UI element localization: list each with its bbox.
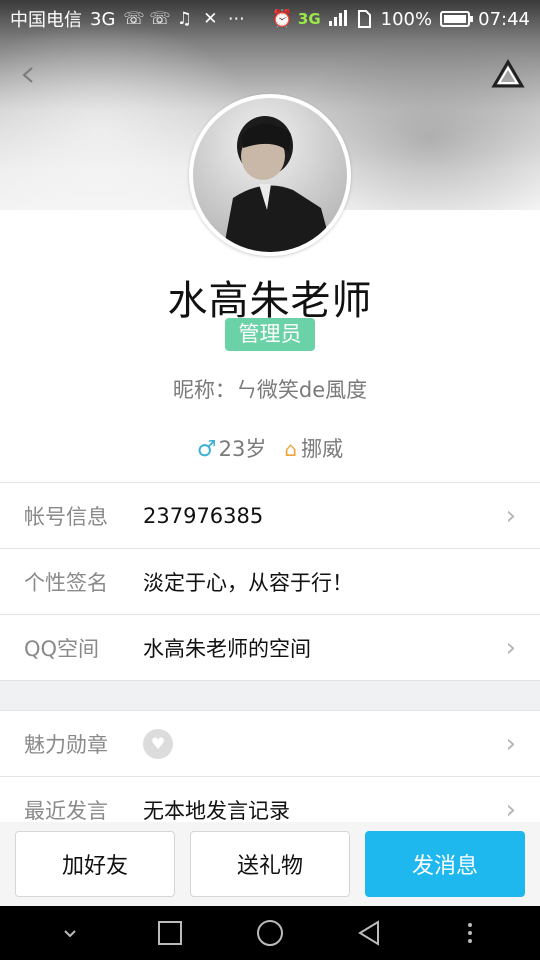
recent-apps-button[interactable] bbox=[150, 913, 190, 953]
avatar-person-image bbox=[223, 116, 333, 252]
triangle-menu-icon bbox=[491, 59, 525, 88]
network-type-label: 3G bbox=[90, 8, 116, 30]
missed-call-icon: ☏ bbox=[149, 9, 171, 29]
section-divider bbox=[0, 680, 540, 710]
circle-icon bbox=[257, 920, 283, 946]
network-3g-label: 3G bbox=[297, 10, 321, 28]
overflow-menu-button[interactable] bbox=[450, 913, 490, 953]
chevron-right-icon: › bbox=[505, 794, 516, 825]
add-friend-button[interactable]: 加好友 bbox=[15, 831, 175, 897]
row-value bbox=[143, 728, 496, 759]
row-value: 无本地发言记录 bbox=[143, 798, 290, 823]
home-button[interactable] bbox=[250, 913, 290, 953]
square-icon bbox=[158, 921, 182, 945]
alarm-icon: ⏰ bbox=[271, 9, 294, 29]
medal-icon bbox=[143, 728, 173, 759]
sim-icon bbox=[355, 10, 373, 28]
row-value: 淡定于心，从容于行！ bbox=[143, 570, 353, 595]
chevron-right-icon: › bbox=[505, 728, 516, 759]
action-bar: 加好友 送礼物 发消息 bbox=[0, 822, 540, 906]
back-arrow-icon bbox=[22, 67, 33, 83]
location-info: ⌂ 挪威 bbox=[284, 433, 343, 463]
role-badge: 管理员 bbox=[225, 318, 315, 351]
profile-info-list: 帐号信息 237976385 › 个性签名 淡定于心，从容于行！ QQ空间 水高… bbox=[0, 482, 540, 842]
avatar[interactable] bbox=[189, 94, 351, 256]
age-info: ♂23岁 bbox=[197, 433, 266, 463]
row-value: 水高朱老师的空间 bbox=[143, 636, 311, 661]
battery-icon bbox=[440, 11, 474, 27]
row-label: QQ空间 bbox=[24, 636, 100, 661]
row-signature: 个性签名 淡定于心，从容于行！ bbox=[0, 548, 540, 614]
send-message-button[interactable]: 发消息 bbox=[365, 831, 525, 897]
location-label: 挪威 bbox=[301, 437, 344, 461]
mute-icon: ✕ bbox=[203, 9, 218, 29]
age-label: 23岁 bbox=[218, 437, 267, 461]
more-icon: ⋯ bbox=[227, 9, 245, 29]
home-icon: ⌂ bbox=[284, 437, 298, 461]
row-value: 237976385 bbox=[143, 503, 264, 528]
more-menu-button[interactable] bbox=[490, 56, 526, 92]
nickname-label: 昵称：ㄣ微笑de風度 bbox=[172, 378, 368, 402]
row-qzone[interactable]: QQ空间 水高朱老师的空间 › bbox=[0, 614, 540, 680]
back-button[interactable] bbox=[14, 60, 44, 90]
profile-meta: ♂23岁 ⌂ 挪威 bbox=[0, 433, 540, 463]
triangle-back-icon bbox=[358, 920, 379, 946]
chevron-right-icon: › bbox=[505, 632, 516, 663]
hide-nav-button[interactable] bbox=[50, 913, 90, 953]
row-label: 最近发言 bbox=[24, 798, 108, 823]
row-label: 魅力勋章 bbox=[24, 732, 108, 757]
row-account-info[interactable]: 帐号信息 237976385 › bbox=[0, 482, 540, 548]
back-nav-button[interactable] bbox=[350, 913, 390, 953]
row-label: 帐号信息 bbox=[24, 504, 108, 529]
row-label: 个性签名 bbox=[24, 570, 108, 595]
battery-percent: 100% bbox=[380, 8, 433, 30]
carrier-label: 中国电信 bbox=[10, 10, 82, 31]
send-gift-button[interactable]: 送礼物 bbox=[190, 831, 350, 897]
vertical-dots-icon bbox=[468, 923, 472, 943]
signal-icon bbox=[328, 10, 347, 28]
navigation-bar bbox=[0, 906, 540, 960]
music-icon: ♫ bbox=[176, 9, 193, 29]
male-icon: ♂ bbox=[196, 437, 217, 462]
chevron-down-icon bbox=[64, 930, 76, 938]
clock: 07:44 bbox=[478, 8, 530, 30]
row-charm-medal[interactable]: 魅力勋章 › bbox=[0, 710, 540, 776]
missed-call-icon: ☏ bbox=[123, 9, 145, 29]
status-bar: 中国电信 3G ☏ ☏ ♫ ✕ ⋯ ⏰ 3G 100% 07:44 bbox=[0, 0, 540, 38]
chevron-right-icon: › bbox=[505, 500, 516, 531]
